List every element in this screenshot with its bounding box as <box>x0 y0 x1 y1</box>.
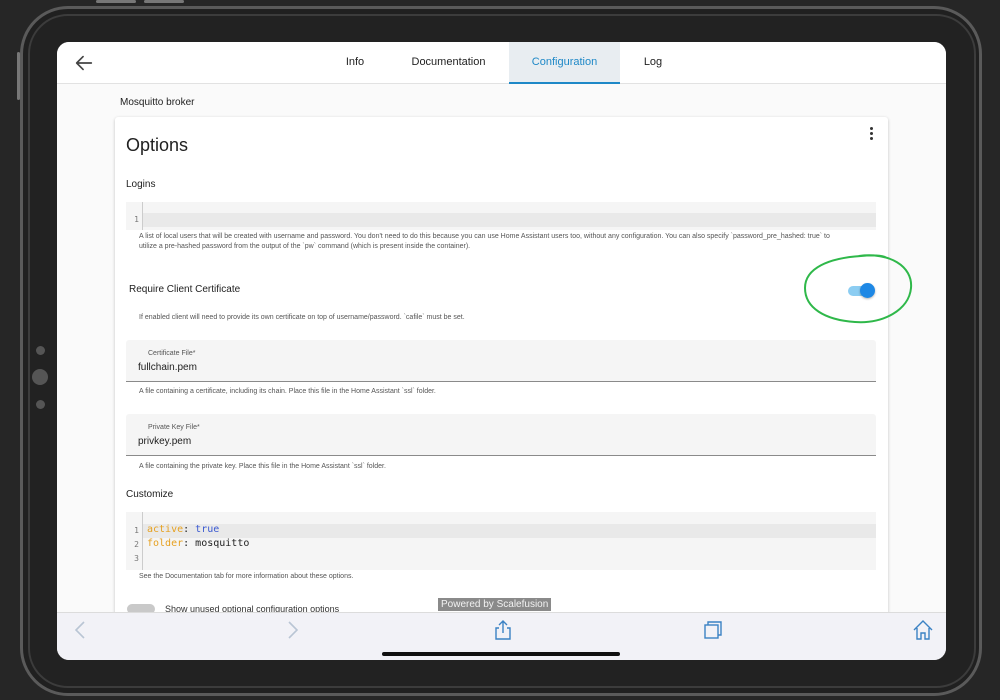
powered-by-badge: Powered by Scalefusion <box>438 598 552 611</box>
chevron-right-icon[interactable] <box>280 618 304 642</box>
private-key-file-field[interactable]: Private Key File* privkey.pem <box>126 414 876 456</box>
tablet-top-button <box>144 0 184 3</box>
certificate-file-value[interactable]: fullchain.pem <box>138 362 197 373</box>
logins-helper-text: A list of local users that will be creat… <box>139 233 830 250</box>
private-key-file-value[interactable]: privkey.pem <box>138 436 191 447</box>
tab-configuration[interactable]: Configuration <box>509 42 620 84</box>
options-card: Options Logins 1 A list of local users t… <box>115 117 888 617</box>
annotation-circle <box>803 254 913 324</box>
certificate-file-field[interactable]: Certificate File* fullchain.pem <box>126 340 876 382</box>
line-number: 3 <box>134 554 139 563</box>
tablet-side-button <box>17 52 20 100</box>
addon-name: Mosquitto broker <box>120 97 195 108</box>
options-title: Options <box>126 135 189 155</box>
active-line-highlight <box>143 213 876 227</box>
tab-log[interactable]: Log <box>629 42 677 84</box>
chevron-left-icon[interactable] <box>69 618 93 642</box>
home-icon[interactable] <box>911 618 935 642</box>
tab-documentation[interactable]: Documentation <box>397 42 500 84</box>
customize-code-editor[interactable]: 1 2 3 active: true folder: mosquitto <box>126 512 876 570</box>
camera-dot <box>36 346 45 355</box>
line-number: 1 <box>134 526 139 535</box>
top-nav-bar: Info Documentation Configuration Log <box>57 42 946 84</box>
require-client-certificate-label: Require Client Certificate <box>129 284 241 295</box>
browser-toolbar <box>57 612 946 660</box>
code-line-2: folder: mosquitto <box>147 538 249 549</box>
tab-bar: Info Documentation Configuration Log <box>57 42 946 84</box>
share-icon[interactable] <box>491 618 515 642</box>
yaml-key: active <box>147 524 184 535</box>
certificate-file-label: Certificate File* <box>148 350 196 357</box>
private-key-file-label: Private Key File* <box>148 424 200 431</box>
active-line-highlight <box>143 524 876 538</box>
line-number: 2 <box>134 540 139 549</box>
logins-label: Logins <box>126 179 156 190</box>
kebab-menu-icon[interactable] <box>868 127 874 143</box>
yaml-value: mosquitto <box>195 538 250 549</box>
customize-label: Customize <box>126 489 174 500</box>
tablet-top-button <box>96 0 136 3</box>
logins-code-editor[interactable]: 1 <box>126 202 876 230</box>
yaml-value: true <box>195 524 220 535</box>
yaml-colon: : <box>183 524 196 535</box>
yaml-colon: : <box>183 538 196 549</box>
camera-lens <box>32 369 48 385</box>
home-indicator <box>382 652 620 656</box>
code-line-1: active: true <box>147 524 219 535</box>
private-key-file-helper: A file containing the private key. Place… <box>139 463 386 470</box>
tabs-icon[interactable] <box>701 618 725 642</box>
screen: Info Documentation Configuration Log Mos… <box>57 42 946 660</box>
require-client-certificate-helper: If enabled client will need to provide i… <box>139 314 465 321</box>
line-number: 1 <box>134 215 139 224</box>
customize-helper: See the Documentation tab for more infor… <box>139 573 354 580</box>
tab-info[interactable]: Info <box>330 42 380 84</box>
sensor-dot <box>36 400 45 409</box>
yaml-key: folder <box>147 538 184 549</box>
certificate-file-helper: A file containing a certificate, includi… <box>139 388 436 395</box>
